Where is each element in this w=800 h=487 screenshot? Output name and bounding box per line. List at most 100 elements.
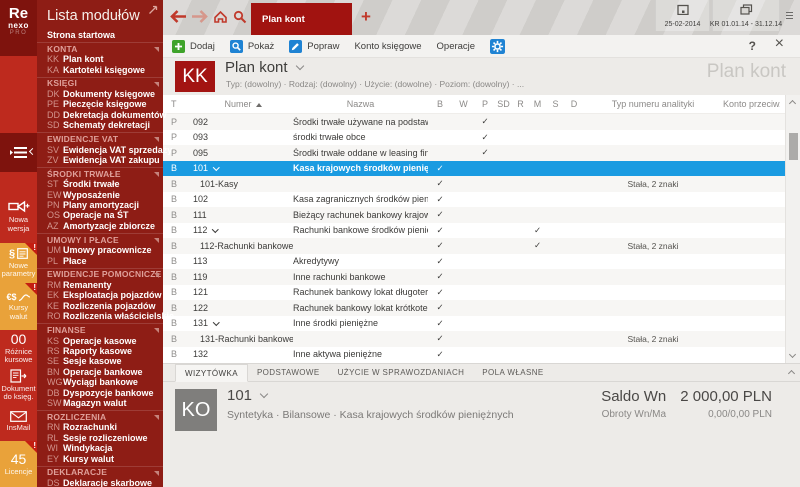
vertical-scrollbar[interactable] — [785, 95, 800, 363]
help-button[interactable]: ? — [749, 39, 756, 53]
account-number[interactable]: 101 — [227, 387, 267, 404]
tab-plan-kont[interactable]: Plan kont — [251, 3, 352, 35]
sidebar-item-rs[interactable]: RSRaporty kasowe — [37, 346, 163, 356]
settings-button[interactable] — [490, 39, 505, 54]
rail-item-document-to-ledger[interactable]: Dokument do księg. — [0, 366, 37, 404]
sidebar-item-home[interactable]: Strona startowa — [37, 29, 163, 40]
column-header-sd[interactable]: SD — [495, 99, 512, 109]
table-row-092[interactable]: P092Środki trwałe używane na podstawie..… — [163, 114, 800, 130]
sidebar-item-sd[interactable]: SDSchematy dekretacji — [37, 120, 163, 130]
table-row-113[interactable]: B113Akredytywy✓ — [163, 254, 800, 270]
column-header-p[interactable]: P — [475, 99, 495, 109]
sidebar-item-os[interactable]: OSOperacje na ŚT — [37, 210, 163, 220]
more-button[interactable] — [782, 0, 797, 31]
column-header-d[interactable]: D — [565, 99, 583, 109]
detail-tab-wizytówka[interactable]: WIZYTÓWKA — [175, 364, 248, 382]
sidebar-item-ka[interactable]: KAKartoteki księgowe — [37, 64, 163, 74]
operations-menu-button[interactable]: Operacje — [437, 41, 476, 52]
page-title[interactable]: Plan kont — [225, 59, 303, 76]
table-row-131[interactable]: B131Inne środki pieniężne✓ — [163, 316, 800, 332]
rail-item-currency-rates[interactable]: €$Kursy walut! — [0, 283, 37, 330]
table-row-131-Rachunki bankowe[interactable]: B131-Rachunki bankowe✓Stała, 2 znaki — [163, 331, 800, 347]
column-header-konto[interactable]: Konto przeciw... — [723, 99, 780, 109]
sidebar-item-rm[interactable]: RMRemanenty — [37, 280, 163, 290]
sidebar-item-ew[interactable]: EWWyposażenie — [37, 190, 163, 200]
column-header-r[interactable]: R — [512, 99, 529, 109]
table-row-101[interactable]: B101Kasa krajowych środków pieniężnych✓ — [163, 161, 800, 177]
table-row-132[interactable]: B132Inne aktywa pieniężne✓ — [163, 347, 800, 363]
scroll-up-icon[interactable] — [789, 100, 796, 107]
scroll-down-icon[interactable] — [789, 351, 796, 358]
period-button[interactable]: KR 01.01.14 - 31.12.14 — [712, 0, 780, 31]
home-button[interactable] — [213, 10, 228, 29]
sidebar-item-pe[interactable]: PEPieczęcie księgowe — [37, 99, 163, 109]
sidebar-item-zv[interactable]: ZVEwidencja VAT zakupu — [37, 155, 163, 165]
sidebar-item-ro[interactable]: RORozliczenia właścicielskie — [37, 311, 163, 321]
table-row-112[interactable]: B112Rachunki bankowe środków pieniężn...… — [163, 223, 800, 239]
rail-item-licenses[interactable]: 45Licencje! — [0, 441, 37, 487]
table-row-095[interactable]: P095Środki trwałe oddane w leasing finan… — [163, 145, 800, 161]
sidebar-item-rl[interactable]: RLSesje rozliczeniowe — [37, 433, 163, 443]
sidebar-section-header[interactable]: KONTA — [37, 42, 163, 54]
column-header-s[interactable]: S — [546, 99, 565, 109]
sidebar-item-ek[interactable]: EKEksploatacja pojazdów — [37, 290, 163, 300]
column-header-b[interactable]: B — [428, 99, 452, 109]
forward-button[interactable] — [191, 10, 208, 28]
column-header-typ[interactable]: Typ numeru analityki — [583, 99, 723, 109]
sidebar-item-ke[interactable]: KERozliczenia pojazdów — [37, 301, 163, 311]
new-tab-button[interactable]: + — [361, 7, 371, 27]
sidebar-section-header[interactable]: KSIĘGI — [37, 77, 163, 89]
rail-item-new-version[interactable]: Nowa wersja — [0, 192, 37, 240]
sidebar-item-sv[interactable]: SVEwidencja VAT sprzedaży — [37, 144, 163, 154]
sidebar-item-um[interactable]: UMUmowy pracownicze — [37, 245, 163, 255]
search-button[interactable] — [233, 10, 247, 29]
column-header-numer[interactable]: Numer — [193, 99, 293, 109]
detail-tab-pola-własne[interactable]: POLA WŁASNE — [473, 364, 552, 381]
rail-item-new-parameters[interactable]: §Nowe parametry! — [0, 243, 37, 283]
sidebar-item-dd[interactable]: DDDekretacja dokumentów — [37, 110, 163, 120]
table-row-101-Kasy[interactable]: B101-Kasy✓Stała, 2 znaki — [163, 176, 800, 192]
table-row-102[interactable]: B102Kasa zagranicznych środków pienięż..… — [163, 192, 800, 208]
sidebar-item-ey[interactable]: EYKursy walut — [37, 453, 163, 463]
filter-summary[interactable]: Typ: (dowolny) · Rodzaj: (dowolny) · Uży… — [226, 79, 524, 89]
sidebar-item-ds[interactable]: DSDeklaracje skarbowe — [37, 478, 163, 487]
show-button[interactable]: Pokaż — [230, 40, 274, 53]
table-row-093[interactable]: P093środki trwałe obce✓ — [163, 130, 800, 146]
sidebar-item-se[interactable]: SESesje kasowe — [37, 356, 163, 366]
sidebar-item-pn[interactable]: PNPlany amortyzacji — [37, 200, 163, 210]
column-header-nazwa[interactable]: Nazwa — [293, 99, 428, 109]
sidebar-section-header[interactable]: FINANSE — [37, 323, 163, 335]
date-button[interactable]: 25-02-2014 — [655, 0, 710, 31]
sidebar-section-header[interactable]: DEKLARACJE — [37, 466, 163, 478]
column-header-m[interactable]: M — [529, 99, 546, 109]
sidebar-section-header[interactable]: ŚRODKI TRWAŁE — [37, 167, 163, 179]
sidebar-item-wi[interactable]: WIWindykacja — [37, 443, 163, 453]
sidebar-item-st[interactable]: STŚrodki trwałe — [37, 179, 163, 189]
module-list-toggle[interactable] — [0, 133, 37, 172]
sidebar-section-header[interactable]: ROZLICZENIA — [37, 410, 163, 422]
app-logo[interactable]: Re nexo PRO — [0, 0, 37, 56]
table-row-111[interactable]: B111Bieżący rachunek bankowy krajowyc...… — [163, 207, 800, 223]
detail-tab-podstawowe[interactable]: PODSTAWOWE — [248, 364, 329, 381]
sidebar-item-wg[interactable]: WGWyciągi bankowe — [37, 377, 163, 387]
sidebar-section-header[interactable]: EWIDENCJE POMOCNICZE — [37, 268, 163, 280]
column-header-w[interactable]: W — [452, 99, 475, 109]
sidebar-item-pl[interactable]: PLPłace — [37, 255, 163, 265]
table-row-121[interactable]: B121Rachunek bankowy lokat długotermi...… — [163, 285, 800, 301]
column-header-t[interactable]: T — [168, 99, 193, 109]
close-button[interactable]: × — [775, 35, 784, 53]
table-row-112-Rachunki bankowe[interactable]: B112-Rachunki bankowe✓✓Stała, 2 znaki — [163, 238, 800, 254]
rail-item-exchange-differences[interactable]: 00Różnice kursowe — [0, 330, 37, 366]
sidebar-item-sw[interactable]: SWMagazyn walut — [37, 398, 163, 408]
sidebar-item-ks[interactable]: KSOperacje kasowe — [37, 335, 163, 345]
sidebar-section-header[interactable]: EWIDENCJE VAT — [37, 132, 163, 144]
table-row-122[interactable]: B122Rachunek bankowy lokat krótkoterm...… — [163, 300, 800, 316]
sidebar-item-dk[interactable]: DKDokumenty księgowe — [37, 89, 163, 99]
add-button[interactable]: Dodaj — [172, 40, 215, 53]
sidebar-item-db[interactable]: DBDyspozycje bankowe — [37, 387, 163, 397]
sidebar-item-kk[interactable]: KKPlan kont — [37, 54, 163, 64]
detail-tab-użycie-w-sprawozdaniach[interactable]: UŻYCIE W SPRAWOZDANIACH — [329, 364, 474, 381]
pin-icon[interactable] — [148, 4, 159, 15]
scroll-thumb[interactable] — [789, 133, 798, 160]
edit-button[interactable]: Popraw — [289, 40, 339, 53]
